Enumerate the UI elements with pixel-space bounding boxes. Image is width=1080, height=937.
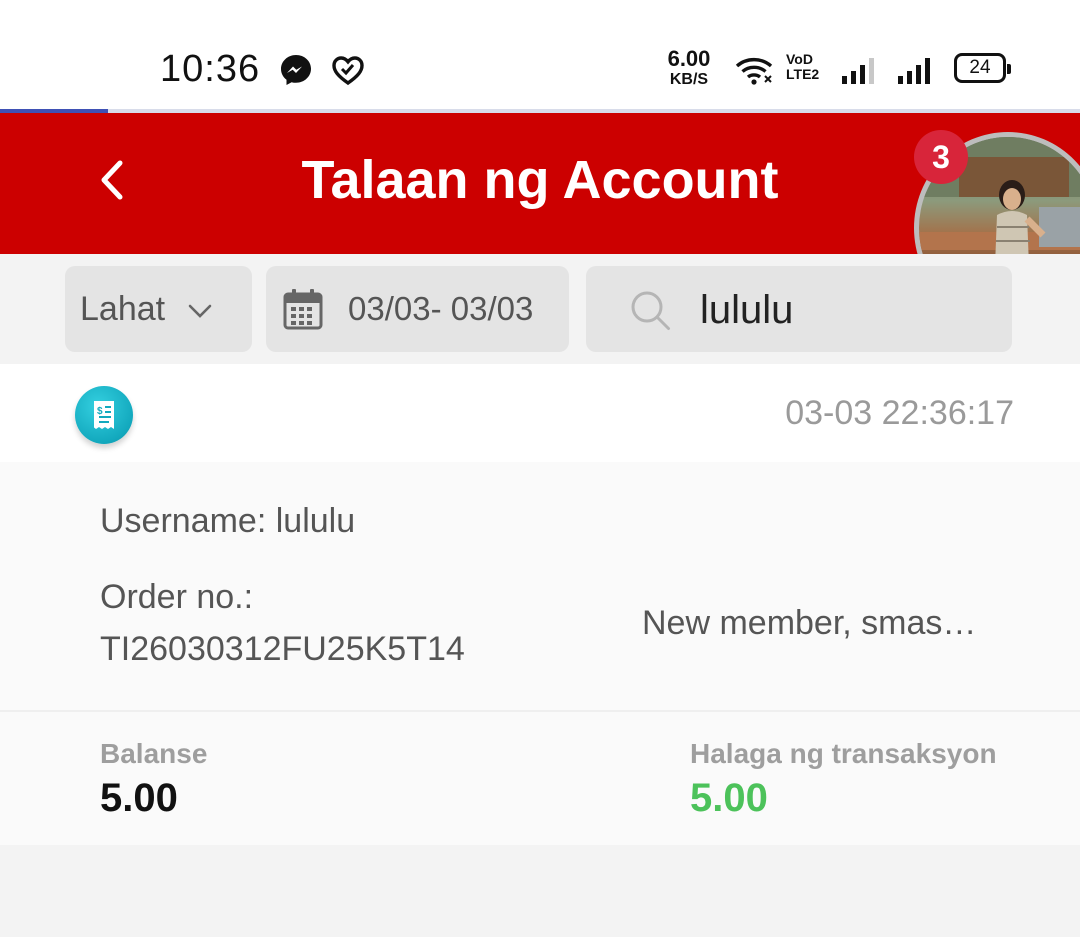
calendar-icon: [283, 289, 323, 330]
search-input[interactable]: [700, 286, 950, 334]
status-bar: 10:36 6.00 KB/S VoD LTE2 24: [0, 0, 1080, 112]
signal-1-icon: [842, 58, 874, 84]
record-header: $ 03-03 22:36:17: [0, 364, 1080, 462]
heart-app-icon: [332, 56, 364, 86]
balance-label: Balanse: [100, 738, 208, 769]
status-time: 10:36: [160, 48, 261, 90]
signal-2-icon: [898, 58, 930, 84]
order-label: Order no.:: [100, 578, 254, 616]
receipt-icon: $: [75, 386, 133, 444]
balance-value: 5.00: [100, 776, 178, 820]
battery-icon: 24: [954, 53, 1011, 83]
filter-bar: Lahat 03/03- 03/03: [0, 254, 1080, 364]
account-records-screen: 10:36 6.00 KB/S VoD LTE2 24 Talaan ng Ac…: [0, 0, 1080, 937]
record-timestamp: 03-03 22:36:17: [785, 394, 1014, 432]
date-range-picker[interactable]: 03/03- 03/03: [266, 266, 569, 352]
chevron-down-icon: [188, 304, 212, 318]
wifi-icon: [735, 57, 773, 85]
transaction-amount-label: Halaga ng transaksyon: [690, 738, 997, 769]
search-box[interactable]: [586, 266, 1012, 352]
order-number: TI26030312FU25K5T14: [100, 630, 465, 668]
type-filter-label: Lahat: [80, 290, 166, 328]
username-line: Username: lululu: [100, 502, 356, 540]
svg-text:$: $: [97, 406, 103, 417]
messenger-icon: [281, 55, 311, 85]
search-icon: [631, 291, 670, 330]
type-filter-dropdown[interactable]: Lahat: [65, 266, 252, 352]
record-amounts: Balanse 5.00 Halaga ng transaksyon 5.00: [0, 712, 1080, 845]
network-speed: 6.00 KB/S: [667, 46, 711, 88]
notification-badge: 3: [914, 130, 968, 184]
transaction-amount-value: 5.00: [690, 776, 768, 820]
record-remark: New member, smas…: [642, 604, 977, 642]
volte-indicator: VoD LTE2: [786, 51, 820, 82]
record-details: Username: lululu Order no.: TI26030312FU…: [0, 462, 1080, 710]
date-range-label: 03/03- 03/03: [348, 290, 534, 327]
